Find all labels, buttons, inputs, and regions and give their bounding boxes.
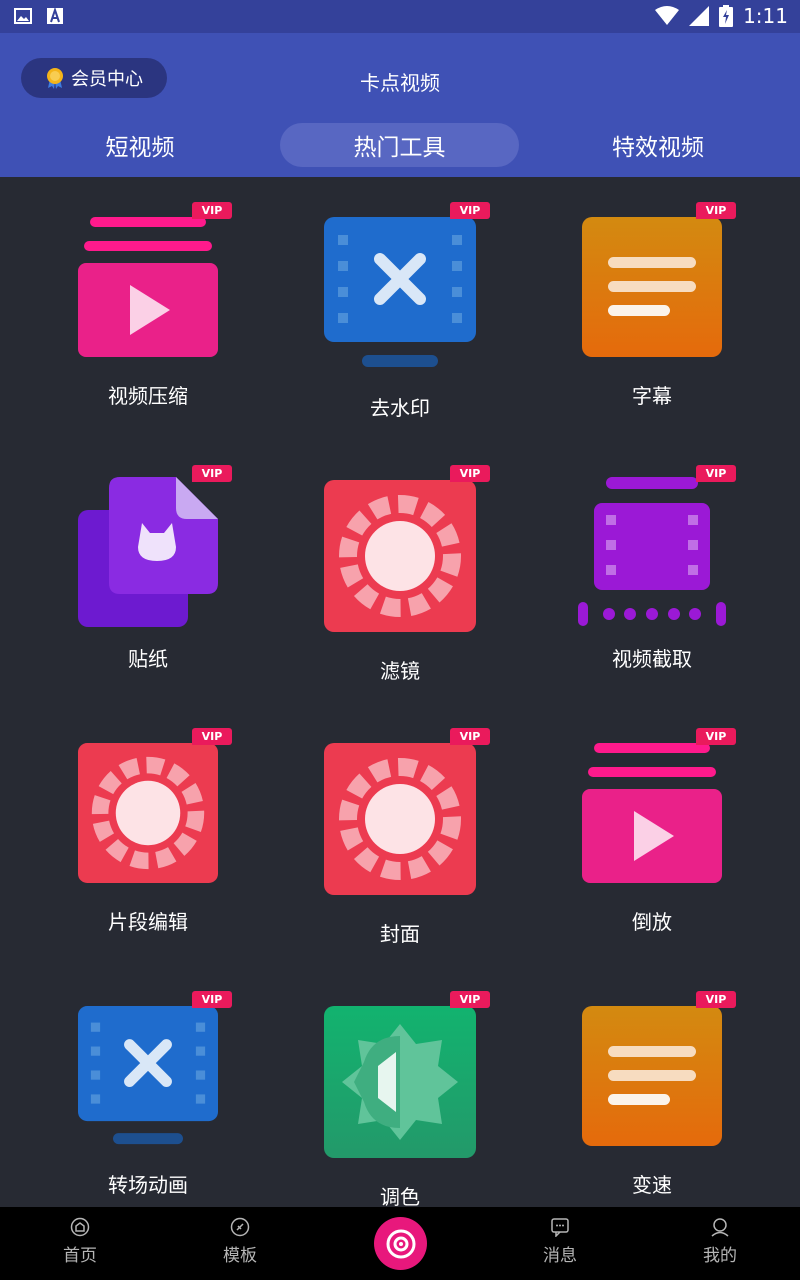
wifi-icon [655, 6, 680, 25]
image-icon [14, 8, 32, 24]
vip-badge: VIP [696, 202, 736, 219]
vip-badge: VIP [192, 728, 232, 745]
vip-badge: VIP [696, 728, 736, 745]
nav-label: 消息 [543, 1246, 577, 1266]
tools-grid: VIP 视频压缩 VIP 去水印 VIP 字幕 VIP 贴纸 VIP 滤镜 VI… [0, 177, 800, 1209]
signal-icon [689, 6, 710, 26]
tab-bar: 短视频 热门工具 特效视频 [0, 121, 800, 169]
tool-cover[interactable]: VIP 封面 [300, 728, 500, 968]
tool-label: 封面 [380, 922, 420, 946]
tool-reverse[interactable]: VIP 倒放 [552, 728, 752, 968]
clock: 1:11 [743, 4, 788, 28]
page-title: 卡点视频 [360, 71, 440, 95]
nav-home[interactable]: 首页 [35, 1217, 125, 1266]
status-bar: 1:11 [0, 0, 800, 33]
camera-button[interactable] [374, 1217, 427, 1270]
speed-icon [582, 1006, 722, 1146]
tool-label: 字幕 [632, 384, 672, 408]
vip-badge: VIP [696, 991, 736, 1008]
home-icon [70, 1217, 90, 1237]
vip-badge: VIP [450, 202, 490, 219]
template-icon [230, 1217, 250, 1237]
nav-label: 我的 [703, 1246, 737, 1266]
tool-video-compress[interactable]: VIP 视频压缩 [48, 202, 248, 442]
text-a-icon [47, 7, 63, 24]
vip-badge: VIP [450, 465, 490, 482]
nav-label: 模板 [223, 1246, 257, 1266]
tool-label: 片段编辑 [108, 910, 188, 934]
transition-icon [78, 1006, 218, 1145]
reverse-icon [582, 743, 722, 883]
tab-short-video[interactable]: 短视频 [40, 123, 240, 167]
tool-label: 转场动画 [108, 1173, 188, 1197]
camera-icon [386, 1229, 415, 1258]
tool-color-grade[interactable]: VIP 调色 [300, 991, 500, 1231]
vip-badge: VIP [192, 202, 232, 219]
profile-icon [711, 1218, 729, 1237]
tool-label: 视频压缩 [108, 384, 188, 408]
tool-label: 倒放 [632, 910, 672, 934]
vip-badge: VIP [192, 991, 232, 1008]
tool-label: 贴纸 [128, 647, 168, 671]
tool-remove-watermark[interactable]: VIP 去水印 [300, 202, 500, 442]
vip-badge: VIP [192, 465, 232, 482]
nav-template[interactable]: 模板 [195, 1217, 285, 1266]
video-compress-icon [78, 217, 218, 357]
clip-edit-icon [78, 743, 218, 883]
bottom-nav: 首页 模板 消息 我的 [0, 1207, 800, 1280]
battery-charging-icon [719, 5, 734, 27]
message-icon [551, 1218, 569, 1237]
tool-sticker[interactable]: VIP 贴纸 [48, 465, 248, 705]
header: 会员中心 卡点视频 短视频 热门工具 特效视频 [0, 33, 800, 177]
tab-hot-tools[interactable]: 热门工具 [280, 123, 519, 167]
nav-message[interactable]: 消息 [515, 1217, 605, 1266]
filter-icon [324, 480, 476, 632]
color-grade-icon [324, 1006, 476, 1158]
tool-subtitle[interactable]: VIP 字幕 [552, 202, 752, 442]
vip-badge: VIP [696, 465, 736, 482]
sticker-icon [78, 477, 218, 627]
tool-speed[interactable]: VIP 变速 [552, 991, 752, 1231]
tool-video-trim[interactable]: VIP 视频截取 [552, 465, 752, 705]
tool-label: 变速 [632, 1173, 672, 1197]
tab-effect-video[interactable]: 特效视频 [558, 123, 758, 167]
vip-badge: VIP [450, 728, 490, 745]
vip-badge: VIP [450, 991, 490, 1008]
tool-label: 滤镜 [380, 659, 420, 683]
tool-transition[interactable]: VIP 转场动画 [48, 991, 248, 1231]
tool-label: 调色 [380, 1185, 420, 1209]
cover-icon [324, 743, 476, 895]
tool-label: 视频截取 [612, 647, 692, 671]
tool-filter[interactable]: VIP 滤镜 [300, 465, 500, 705]
nav-profile[interactable]: 我的 [675, 1217, 765, 1266]
video-trim-icon [578, 477, 726, 626]
tool-label: 去水印 [370, 396, 430, 420]
remove-watermark-icon [324, 217, 476, 367]
subtitle-icon [582, 217, 722, 357]
tool-clip-edit[interactable]: VIP 片段编辑 [48, 728, 248, 968]
nav-label: 首页 [63, 1246, 97, 1266]
